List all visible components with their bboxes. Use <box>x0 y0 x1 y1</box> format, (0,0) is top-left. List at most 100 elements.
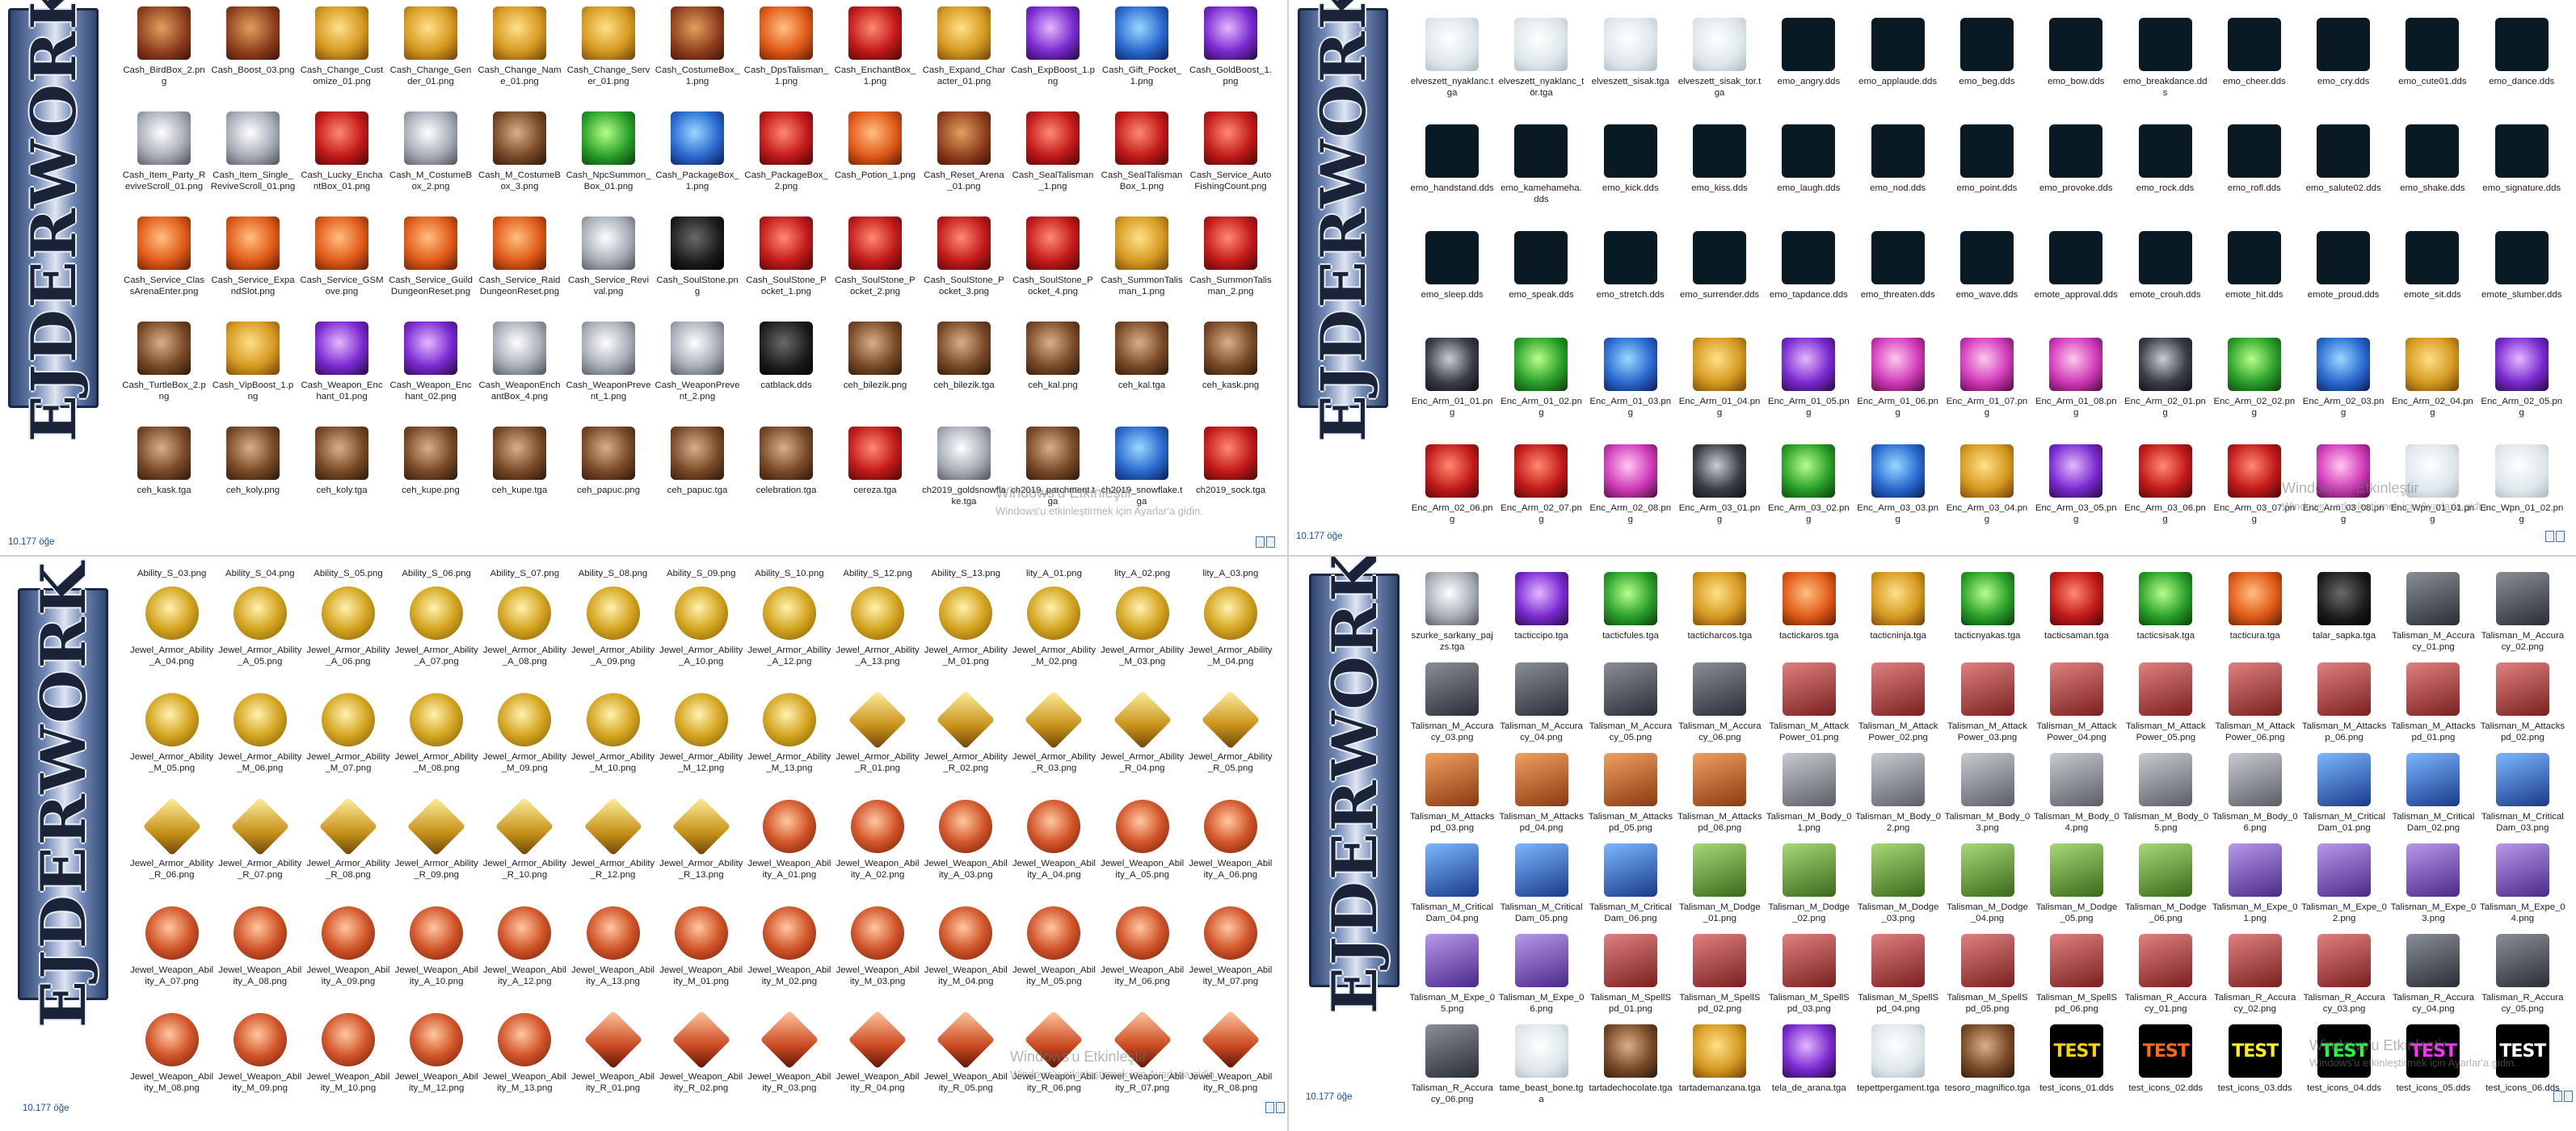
file-item[interactable]: Cash_ExpBoost_1.png <box>1008 6 1097 111</box>
file-item[interactable]: Enc_Arm_01_04.png <box>1675 338 1764 444</box>
file-item[interactable]: Jewel_Armor_Ability_M_09.png <box>481 693 569 800</box>
file-item[interactable]: Cash_Potion_1.png <box>831 111 920 217</box>
file-item[interactable]: Enc_Arm_03_03.png <box>1853 444 1942 551</box>
file-item[interactable]: Jewel_Weapon_Ability_A_02.png <box>834 800 922 906</box>
file-item[interactable]: Talisman_M_SpellSpd_03.png <box>1765 934 1854 1024</box>
file-item[interactable]: Cash_Item_Single_ReviveScroll_01.png <box>208 111 297 217</box>
file-item[interactable]: Jewel_Weapon_Ability_R_05.png <box>922 1010 1010 1120</box>
file-item[interactable]: Cash_PackageBox_2.png <box>742 111 831 217</box>
file-item[interactable]: Enc_Arm_02_03.png <box>2299 338 2388 444</box>
file-item[interactable]: emo_wave.dds <box>1943 231 2031 338</box>
file-item[interactable]: Talisman_M_Attackspd_06.png <box>1675 753 1764 843</box>
file-item[interactable]: tacticsaman.tga <box>2032 572 2121 662</box>
file-item[interactable]: Cash_WeaponEnchantBox_4.png <box>475 322 564 427</box>
file-item[interactable]: Cash_SoulStone_Pocket_2.png <box>831 217 920 322</box>
file-item[interactable]: Jewel_Armor_Ability_M_05.png <box>128 693 216 800</box>
file-item[interactable]: Talisman_R_Accuracy_05.png <box>2478 934 2567 1024</box>
file-item[interactable]: emote_crouh.dds <box>2120 231 2209 338</box>
file-item[interactable]: Talisman_M_Expe_01.png <box>2211 843 2300 934</box>
file-item[interactable]: Cash_M_CostumeBox_2.png <box>386 111 475 217</box>
file-item[interactable]: Enc_Arm_02_01.png <box>2120 338 2209 444</box>
file-item[interactable]: ceh_kal.tga <box>1097 322 1186 427</box>
file-item[interactable]: Talisman_M_CriticalDam_05.png <box>1496 843 1585 934</box>
file-item[interactable]: Talisman_M_Body_01.png <box>1765 753 1854 843</box>
file-item[interactable]: Talisman_R_Accuracy_01.png <box>2121 934 2210 1024</box>
file-item[interactable]: emo_threaten.dds <box>1853 231 1942 338</box>
file-item[interactable]: Jewel_Weapon_Ability_A_04.png <box>1010 800 1098 906</box>
file-item[interactable]: Talisman_M_AttackPower_05.png <box>2121 662 2210 753</box>
file-item[interactable]: Jewel_Weapon_Ability_M_05.png <box>1010 906 1098 1013</box>
file-item[interactable]: Jewel_Armor_Ability_R_05.png <box>1186 690 1274 800</box>
file-item[interactable]: emo_cheer.dds <box>2210 18 2299 124</box>
file-item[interactable]: tepettpergament.tga <box>1854 1024 1943 1115</box>
view-toggle[interactable] <box>2545 531 2565 542</box>
file-item[interactable]: Talisman_M_Accuracy_01.png <box>2389 572 2477 662</box>
file-item[interactable]: emo_handstand.dds <box>1408 124 1496 231</box>
file-item[interactable]: emo_bow.dds <box>2031 18 2120 124</box>
file-item[interactable]: Jewel_Armor_Ability_M_13.png <box>745 693 833 800</box>
file-item[interactable]: Cash_BirdBox_2.png <box>120 6 208 111</box>
file-item[interactable]: Enc_Arm_03_06.png <box>2120 444 2209 551</box>
file-item[interactable]: Enc_Arm_01_08.png <box>2031 338 2120 444</box>
file-item[interactable]: Jewel_Weapon_Ability_A_05.png <box>1098 800 1186 906</box>
file-item[interactable]: Cash_VipBoost_1.png <box>208 322 297 427</box>
file-item[interactable]: emo_salute02.dds <box>2299 124 2388 231</box>
file-item[interactable]: Enc_Arm_02_06.png <box>1408 444 1496 551</box>
file-item[interactable]: Jewel_Weapon_Ability_M_12.png <box>393 1013 481 1120</box>
file-item[interactable]: Jewel_Weapon_Ability_M_03.png <box>834 906 922 1013</box>
file-item[interactable]: tela_de_arana.tga <box>1765 1024 1854 1115</box>
file-item[interactable]: emo_speak.dds <box>1496 231 1585 338</box>
file-item[interactable]: Cash_Service_AutoFishingCount.png <box>1186 111 1275 217</box>
view-toggle[interactable] <box>1256 536 1275 548</box>
file-item[interactable]: Enc_Arm_01_02.png <box>1496 338 1585 444</box>
view-toggle[interactable] <box>2553 1091 2573 1102</box>
file-item[interactable]: Jewel_Armor_Ability_A_10.png <box>657 587 745 693</box>
file-item[interactable]: Cash_SoulStone_Pocket_1.png <box>742 217 831 322</box>
file-item[interactable]: tame_beast_bone.tga <box>1496 1024 1585 1115</box>
file-item[interactable]: Talisman_M_AttackPower_01.png <box>1765 662 1854 753</box>
file-item[interactable]: ceh_kal.png <box>1008 322 1097 427</box>
file-item[interactable]: Enc_Arm_03_07.png <box>2210 444 2299 551</box>
file-item[interactable]: Enc_Arm_02_04.png <box>2388 338 2477 444</box>
file-item[interactable]: Jewel_Weapon_Ability_R_02.png <box>657 1010 745 1120</box>
file-item[interactable]: emo_kick.dds <box>1586 124 1675 231</box>
file-item[interactable]: emo_point.dds <box>1943 124 2031 231</box>
file-item[interactable]: emo_nod.dds <box>1853 124 1942 231</box>
file-item[interactable]: Talisman_M_Body_06.png <box>2211 753 2300 843</box>
file-item[interactable]: Jewel_Weapon_Ability_A_09.png <box>304 906 392 1013</box>
file-item[interactable]: Jewel_Armor_Ability_M_10.png <box>569 693 657 800</box>
file-item[interactable]: emo_dance.dds <box>2477 18 2566 124</box>
file-item[interactable]: Cash_Reset_Arena_01.png <box>920 111 1008 217</box>
file-item[interactable]: Talisman_M_Accuracy_03.png <box>1408 662 1496 753</box>
file-item[interactable]: Jewel_Armor_Ability_A_06.png <box>304 587 392 693</box>
file-item[interactable]: emo_breakdance.dds <box>2120 18 2209 124</box>
file-item[interactable]: Talisman_M_SpellSpd_04.png <box>1854 934 1943 1024</box>
file-item[interactable]: Jewel_Armor_Ability_M_02.png <box>1010 587 1098 693</box>
file-item[interactable]: Cash_EnchantBox_1.png <box>831 6 920 111</box>
file-item[interactable]: Jewel_Weapon_Ability_M_02.png <box>745 906 833 1013</box>
file-item[interactable]: emo_cute01.dds <box>2388 18 2477 124</box>
file-item[interactable]: Jewel_Armor_Ability_A_08.png <box>481 587 569 693</box>
file-item[interactable]: Talisman_M_AttackPower_03.png <box>1943 662 2031 753</box>
file-item[interactable]: Cash_Boost_03.png <box>208 6 297 111</box>
file-item[interactable]: Jewel_Weapon_Ability_A_06.png <box>1186 800 1274 906</box>
file-item[interactable]: ceh_kask.tga <box>120 427 208 532</box>
file-item[interactable]: Cash_CostumeBox_1.png <box>653 6 742 111</box>
file-item[interactable]: Cash_WeaponPrevent_2.png <box>653 322 742 427</box>
file-item[interactable]: Talisman_R_Accuracy_02.png <box>2211 934 2300 1024</box>
file-item[interactable]: emo_beg.dds <box>1943 18 2031 124</box>
file-item[interactable]: Jewel_Weapon_Ability_M_06.png <box>1098 906 1186 1013</box>
file-item[interactable]: Jewel_Armor_Ability_A_07.png <box>393 587 481 693</box>
file-item[interactable]: Talisman_R_Accuracy_06.png <box>1408 1024 1496 1115</box>
file-item[interactable]: Jewel_Weapon_Ability_A_13.png <box>569 906 657 1013</box>
file-item[interactable]: emote_proud.dds <box>2299 231 2388 338</box>
file-item[interactable]: Jewel_Weapon_Ability_A_01.png <box>745 800 833 906</box>
file-item[interactable]: ceh_bilezik.tga <box>920 322 1008 427</box>
file-item[interactable]: TEST test_icons_03.dds <box>2211 1024 2300 1115</box>
file-item[interactable]: tacticsisak.tga <box>2121 572 2210 662</box>
file-item[interactable]: emo_surrender.dds <box>1675 231 1764 338</box>
file-item[interactable]: ceh_kask.png <box>1186 322 1275 427</box>
file-item[interactable]: elveszett_nyaklanc.tga <box>1408 18 1496 124</box>
file-item[interactable]: Jewel_Armor_Ability_R_10.png <box>481 797 569 906</box>
file-item[interactable]: elveszett_nyaklanc_tör.tga <box>1496 18 1585 124</box>
